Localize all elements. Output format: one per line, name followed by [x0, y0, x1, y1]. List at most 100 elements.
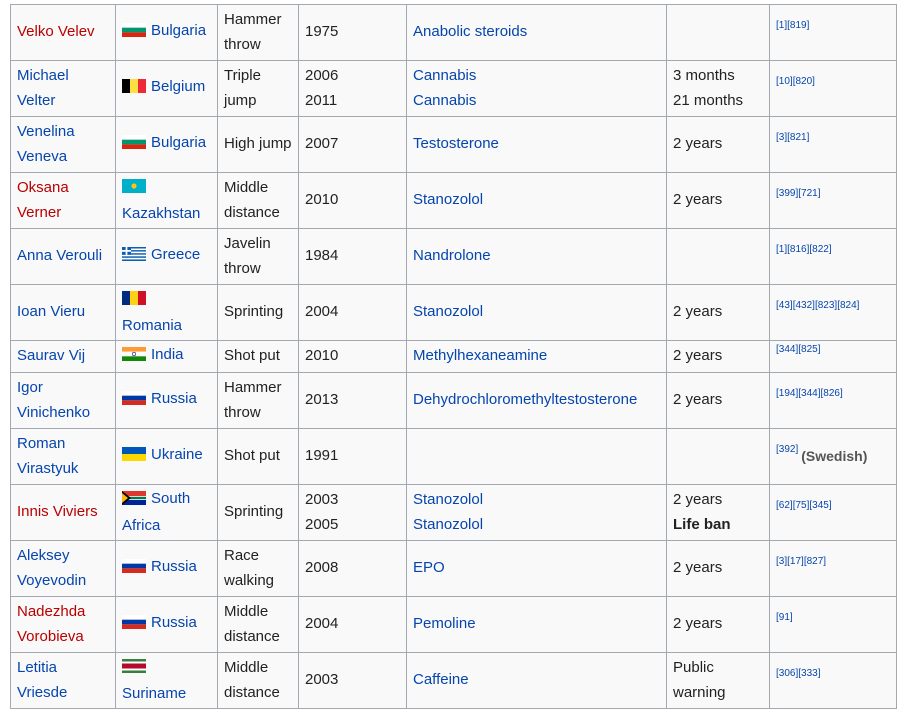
- substance-link[interactable]: Nandrolone: [413, 244, 660, 269]
- event-text: Middle distance: [224, 603, 280, 645]
- reference-link[interactable]: [816]: [787, 244, 809, 255]
- substance-link[interactable]: Stanozolol: [413, 488, 660, 513]
- sanction-cell: 2 years: [666, 340, 770, 373]
- reference-list: [344][825]: [776, 344, 821, 355]
- athlete-name-link[interactable]: Oksana Verner: [17, 179, 69, 221]
- country-link[interactable]: Russia: [151, 558, 197, 575]
- athlete-name-link[interactable]: Roman Virastyuk: [17, 435, 78, 477]
- year-cell: 2010: [298, 172, 407, 229]
- year-text: 2008: [305, 559, 339, 577]
- athlete-name-link[interactable]: Aleksey Voyevodin: [17, 547, 86, 589]
- reference-link[interactable]: [344]: [776, 344, 798, 355]
- reference-link[interactable]: [823]: [815, 300, 837, 311]
- event-text: Sprinting: [224, 503, 284, 521]
- event-cell: Shot put: [217, 340, 299, 373]
- country-link[interactable]: Suriname: [122, 685, 186, 702]
- event-text: Middle distance: [224, 659, 280, 701]
- athlete-name-link[interactable]: Igor Vinichenko: [17, 379, 90, 421]
- table-row: Michael Velter Belgium Triple jump 2006 2011…: [10, 60, 897, 117]
- reference-link[interactable]: [399]: [776, 188, 798, 199]
- reference-link[interactable]: [392]: [776, 444, 798, 455]
- reference-link[interactable]: [820]: [793, 76, 815, 87]
- reference-link[interactable]: [333]: [798, 668, 820, 679]
- year-text: 2003: [305, 491, 339, 508]
- reference-link[interactable]: [3]: [776, 556, 787, 567]
- reference-link[interactable]: [344]: [798, 388, 820, 399]
- athlete-name-link[interactable]: Anna Verouli: [17, 247, 102, 264]
- greece-flag-icon: [122, 247, 146, 262]
- substance-link[interactable]: Caffeine: [413, 668, 660, 693]
- athlete-cell: Roman Virastyuk: [10, 428, 116, 485]
- athlete-name-link[interactable]: Michael Velter: [17, 67, 69, 109]
- substance-link[interactable]: Anabolic steroids: [413, 20, 660, 45]
- athlete-name-link[interactable]: Velko Velev: [17, 23, 95, 40]
- table-row: Velko Velev Bulgaria Hammer throw 1975 Anabo…: [10, 4, 897, 61]
- country-link[interactable]: Russia: [151, 614, 197, 631]
- athlete-cell: Velko Velev: [10, 4, 116, 61]
- reference-link[interactable]: [43]: [776, 300, 793, 311]
- reference-link[interactable]: [3]: [776, 132, 787, 143]
- athlete-name-link[interactable]: Venelina Veneva: [17, 123, 75, 165]
- athlete-name-link[interactable]: Letitia Vriesde: [17, 659, 67, 701]
- athlete-name-link[interactable]: Nadezhda Vorobieva: [17, 603, 85, 645]
- year-text: 2011: [305, 91, 338, 109]
- substance-link[interactable]: Stanozolol: [413, 300, 660, 325]
- year-cell: 2004: [298, 284, 407, 341]
- country-link[interactable]: Ukraine: [151, 446, 203, 463]
- reference-link[interactable]: [10]: [776, 76, 793, 87]
- substance-link[interactable]: Testosterone: [413, 132, 660, 157]
- country-link[interactable]: Bulgaria: [151, 134, 206, 151]
- country-link[interactable]: Belgium: [151, 78, 205, 95]
- country-link[interactable]: Russia: [151, 390, 197, 407]
- substance-link[interactable]: Methylhexaneamine: [413, 344, 660, 369]
- reference-link[interactable]: [721]: [798, 188, 820, 199]
- event-cell: Triple jump: [217, 60, 299, 117]
- country-link[interactable]: Romania: [122, 317, 182, 334]
- reference-link[interactable]: [17]: [787, 556, 804, 567]
- table-row: Oksana Verner Kazakhstan Middle distance 20…: [10, 172, 897, 229]
- athlete-name-link[interactable]: Innis Viviers: [17, 503, 98, 520]
- athlete-cell: Nadezhda Vorobieva: [10, 596, 116, 653]
- event-text: Race walking: [224, 547, 275, 589]
- country-link[interactable]: Greece: [151, 246, 200, 263]
- sanction-cell: 2 years: [666, 116, 770, 173]
- reference-link[interactable]: [345]: [809, 500, 831, 511]
- reference-note: (Swedish): [801, 447, 868, 464]
- bulgaria-flag-icon: [122, 135, 146, 150]
- event-cell: Middle distance: [217, 172, 299, 229]
- substance-link[interactable]: Cannabis: [413, 89, 660, 114]
- substance-link[interactable]: EPO: [413, 556, 660, 581]
- country-link[interactable]: Kazakhstan: [122, 205, 200, 222]
- reference-link[interactable]: [825]: [798, 344, 820, 355]
- country-link[interactable]: India: [151, 346, 184, 363]
- reference-link[interactable]: [91]: [776, 612, 793, 623]
- reference-list: [194][344][826]: [776, 388, 843, 399]
- reference-link[interactable]: [194]: [776, 388, 798, 399]
- sanction-cell: 2 years Life ban: [666, 484, 770, 541]
- reference-link[interactable]: [62]: [776, 500, 793, 511]
- reference-link[interactable]: [1]: [776, 244, 787, 255]
- reference-link[interactable]: [827]: [804, 556, 826, 567]
- reference-link[interactable]: [822]: [809, 244, 831, 255]
- substance-link[interactable]: Pemoline: [413, 612, 660, 637]
- country-link[interactable]: Bulgaria: [151, 22, 206, 39]
- reference-link[interactable]: [824]: [837, 300, 859, 311]
- reference-link[interactable]: [432]: [793, 300, 815, 311]
- reference-link[interactable]: [819]: [787, 20, 809, 31]
- substance-cell: Cannabis Cannabis: [406, 60, 667, 117]
- substance-link[interactable]: Cannabis: [413, 64, 660, 89]
- substance-link[interactable]: Stanozolol: [413, 513, 660, 538]
- substance-link[interactable]: Dehydrochloromethyltestosterone: [413, 388, 660, 413]
- year-text: 2004: [305, 615, 339, 633]
- reference-link[interactable]: [826]: [821, 388, 843, 399]
- athlete-name-link[interactable]: Ioan Vieru: [17, 303, 85, 320]
- reference-link[interactable]: [821]: [787, 132, 809, 143]
- athlete-name-link[interactable]: Saurav Vij: [17, 347, 85, 364]
- reference-link[interactable]: [75]: [793, 500, 810, 511]
- year-cell: 2003: [298, 652, 407, 709]
- reference-link[interactable]: [1]: [776, 20, 787, 31]
- substance-link[interactable]: Stanozolol: [413, 188, 660, 213]
- reference-link[interactable]: [306]: [776, 668, 798, 679]
- athlete-cell: Oksana Verner: [10, 172, 116, 229]
- year-text: 2006: [305, 67, 339, 84]
